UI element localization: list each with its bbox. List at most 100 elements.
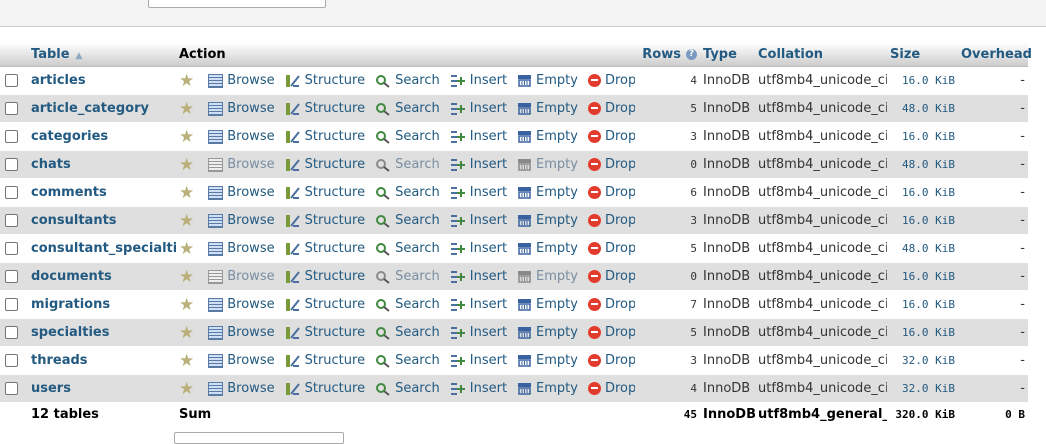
header-collation[interactable]: Collation (755, 43, 887, 67)
header-size[interactable]: Size (887, 43, 958, 67)
favorite-star-icon[interactable]: ★ (179, 128, 194, 145)
favorite-star-icon[interactable]: ★ (179, 184, 194, 201)
structure-button[interactable]: Structure (285, 185, 365, 200)
structure-button[interactable]: Structure (285, 381, 365, 396)
favorite-star-icon[interactable]: ★ (179, 324, 194, 341)
row-checkbox[interactable] (5, 354, 18, 367)
drop-button[interactable]: Drop (587, 157, 635, 172)
favorite-star-icon[interactable]: ★ (179, 240, 194, 257)
row-checkbox[interactable] (5, 326, 18, 339)
browse-button[interactable]: Browse (208, 157, 275, 172)
table-name-link[interactable]: comments (28, 178, 176, 207)
insert-button[interactable]: Insert (450, 269, 507, 284)
row-checkbox[interactable] (5, 130, 18, 143)
structure-button[interactable]: Structure (285, 269, 365, 284)
browse-button[interactable]: Browse (208, 101, 275, 116)
insert-button[interactable]: Insert (450, 381, 507, 396)
browse-button[interactable]: Browse (208, 353, 275, 368)
structure-button[interactable]: Structure (285, 213, 365, 228)
empty-button[interactable]: Empty (517, 353, 578, 368)
insert-button[interactable]: Insert (450, 241, 507, 256)
row-checkbox[interactable] (5, 74, 18, 87)
structure-button[interactable]: Structure (285, 325, 365, 340)
table-name-link[interactable]: specialties (28, 318, 176, 347)
table-name-link[interactable]: documents (28, 262, 176, 291)
structure-button[interactable]: Structure (285, 241, 365, 256)
browse-button[interactable]: Browse (208, 381, 275, 396)
row-checkbox[interactable] (5, 158, 18, 171)
table-name-link[interactable]: consultant_specialties (28, 234, 176, 263)
browse-button[interactable]: Browse (208, 325, 275, 340)
drop-button[interactable]: Drop (587, 325, 635, 340)
drop-button[interactable]: Drop (587, 381, 635, 396)
search-button[interactable]: Search (375, 269, 440, 284)
drop-button[interactable]: Drop (587, 213, 635, 228)
empty-button[interactable]: Empty (517, 157, 578, 172)
browse-button[interactable]: Browse (208, 213, 275, 228)
browse-button[interactable]: Browse (208, 73, 275, 88)
header-type[interactable]: Type (700, 43, 755, 67)
search-button[interactable]: Search (375, 213, 440, 228)
header-table[interactable]: Table ▲ (28, 43, 176, 67)
structure-button[interactable]: Structure (285, 353, 365, 368)
empty-button[interactable]: Empty (517, 73, 578, 88)
insert-button[interactable]: Insert (450, 325, 507, 340)
table-name-link[interactable]: article_category (28, 94, 176, 123)
favorite-star-icon[interactable]: ★ (179, 352, 194, 369)
favorite-star-icon[interactable]: ★ (179, 268, 194, 285)
drop-button[interactable]: Drop (587, 241, 635, 256)
top-input[interactable] (148, 0, 326, 8)
search-button[interactable]: Search (375, 157, 440, 172)
empty-button[interactable]: Empty (517, 129, 578, 144)
row-checkbox[interactable] (5, 242, 18, 255)
table-name-link[interactable]: migrations (28, 290, 176, 319)
favorite-star-icon[interactable]: ★ (179, 100, 194, 117)
insert-button[interactable]: Insert (450, 213, 507, 228)
insert-button[interactable]: Insert (450, 185, 507, 200)
structure-button[interactable]: Structure (285, 297, 365, 312)
drop-button[interactable]: Drop (587, 185, 635, 200)
browse-button[interactable]: Browse (208, 297, 275, 312)
table-name-link[interactable]: consultants (28, 206, 176, 235)
row-checkbox[interactable] (5, 298, 18, 311)
browse-button[interactable]: Browse (208, 241, 275, 256)
empty-button[interactable]: Empty (517, 101, 578, 116)
drop-button[interactable]: Drop (587, 297, 635, 312)
row-checkbox[interactable] (5, 214, 18, 227)
insert-button[interactable]: Insert (450, 101, 507, 116)
help-icon[interactable]: ? (686, 49, 697, 60)
table-name-link[interactable]: chats (28, 150, 176, 179)
insert-button[interactable]: Insert (450, 73, 507, 88)
structure-button[interactable]: Structure (285, 157, 365, 172)
browse-button[interactable]: Browse (208, 185, 275, 200)
drop-button[interactable]: Drop (587, 269, 635, 284)
browse-button[interactable]: Browse (208, 129, 275, 144)
insert-button[interactable]: Insert (450, 297, 507, 312)
drop-button[interactable]: Drop (587, 73, 635, 88)
row-checkbox[interactable] (5, 186, 18, 199)
empty-button[interactable]: Empty (517, 213, 578, 228)
favorite-star-icon[interactable]: ★ (179, 72, 194, 89)
search-button[interactable]: Search (375, 101, 440, 116)
search-button[interactable]: Search (375, 381, 440, 396)
insert-button[interactable]: Insert (450, 157, 507, 172)
browse-button[interactable]: Browse (208, 269, 275, 284)
favorite-star-icon[interactable]: ★ (179, 212, 194, 229)
search-button[interactable]: Search (375, 297, 440, 312)
row-checkbox[interactable] (5, 102, 18, 115)
search-button[interactable]: Search (375, 73, 440, 88)
search-button[interactable]: Search (375, 325, 440, 340)
empty-button[interactable]: Empty (517, 241, 578, 256)
structure-button[interactable]: Structure (285, 73, 365, 88)
insert-button[interactable]: Insert (450, 129, 507, 144)
row-checkbox[interactable] (5, 270, 18, 283)
bottom-select[interactable] (174, 432, 344, 444)
empty-button[interactable]: Empty (517, 297, 578, 312)
insert-button[interactable]: Insert (450, 353, 507, 368)
search-button[interactable]: Search (375, 353, 440, 368)
empty-button[interactable]: Empty (517, 269, 578, 284)
header-rows[interactable]: Rows? (635, 43, 700, 67)
favorite-star-icon[interactable]: ★ (179, 156, 194, 173)
empty-button[interactable]: Empty (517, 381, 578, 396)
favorite-star-icon[interactable]: ★ (179, 380, 194, 397)
